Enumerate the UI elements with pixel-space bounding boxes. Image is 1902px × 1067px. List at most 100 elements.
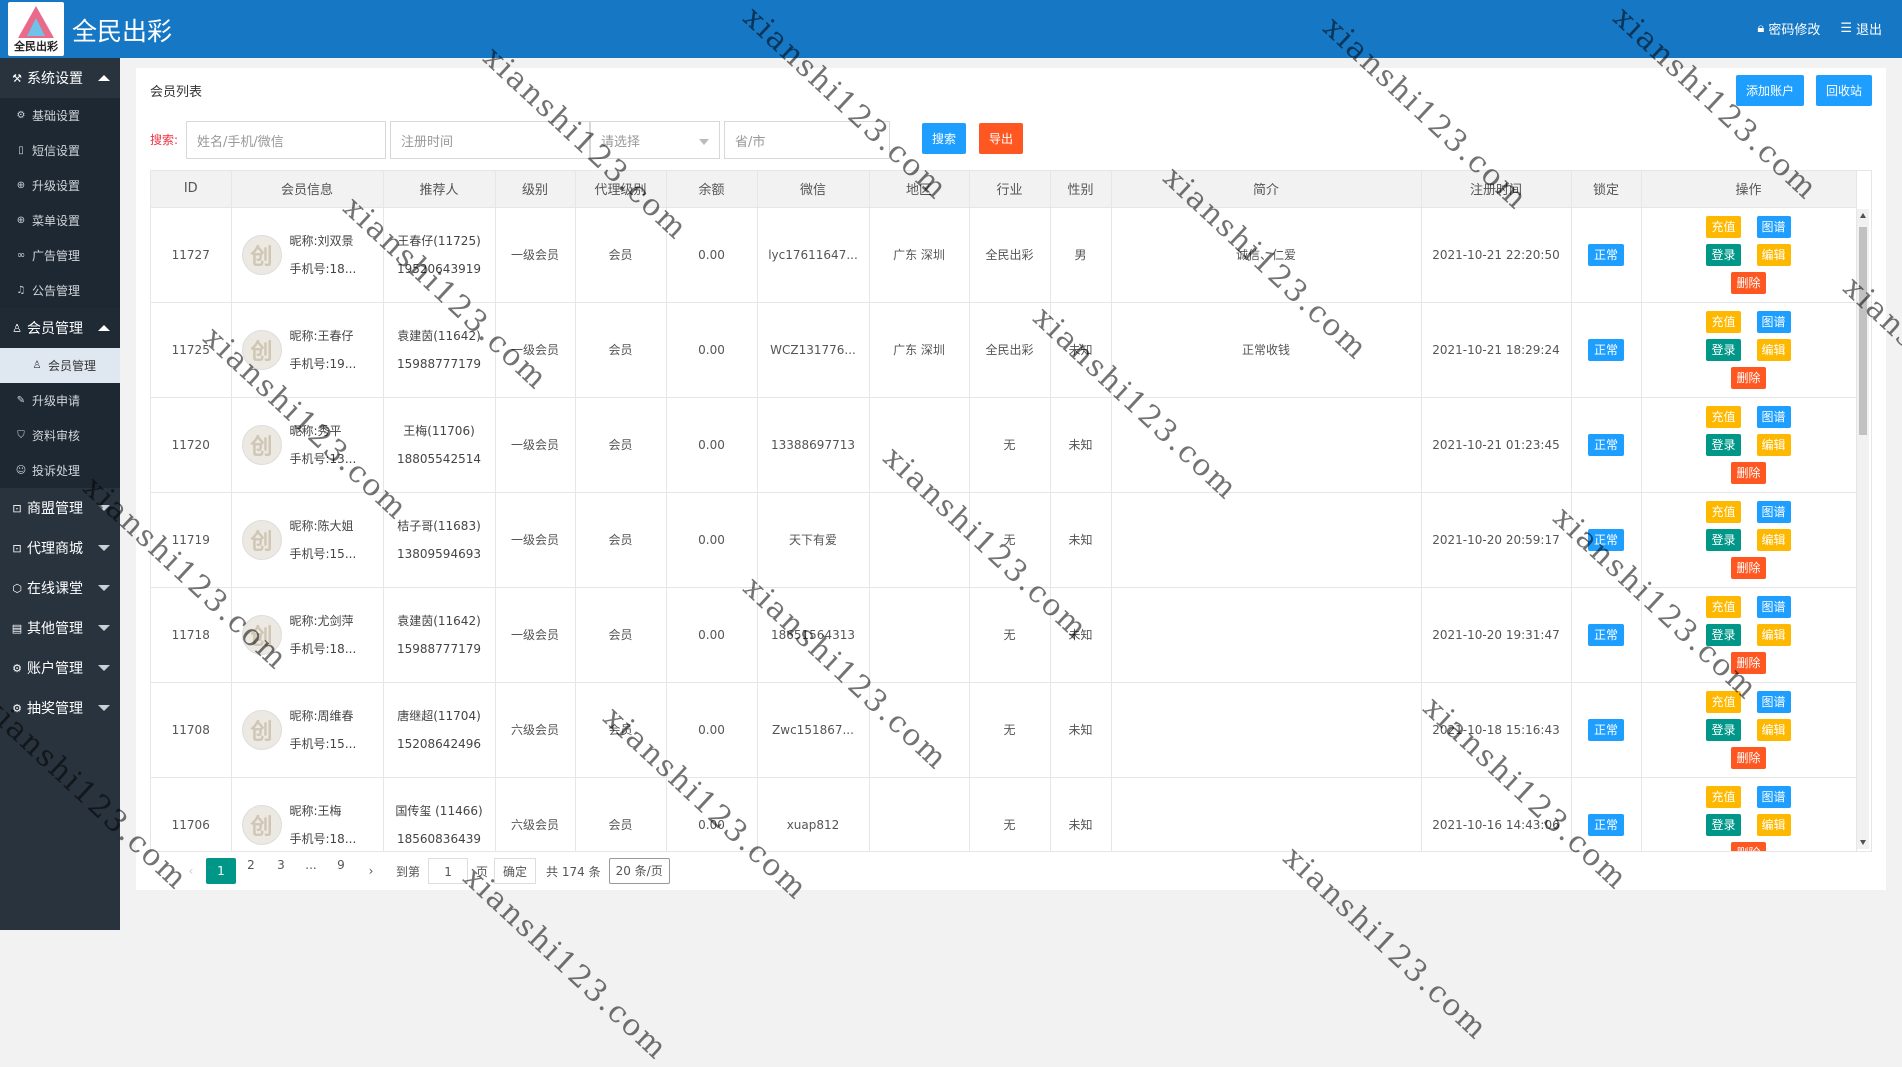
sidebar-item-0-5[interactable]: ♫ 公告管理 <box>0 273 120 308</box>
status-badge[interactable]: 正常 <box>1587 718 1624 741</box>
edit-button[interactable]: 编辑 <box>1756 243 1791 266</box>
tree-button[interactable]: 图谱 <box>1756 500 1791 523</box>
cell-actions: 充值图谱 登录编辑 删除 <box>1641 682 1857 778</box>
delete-button[interactable]: 删除 <box>1731 841 1766 851</box>
tree-button[interactable]: 图谱 <box>1756 405 1791 428</box>
edit-button[interactable]: 编辑 <box>1756 338 1791 361</box>
add-account-button[interactable]: 添加账户 <box>1736 75 1805 106</box>
recycle-bin-button[interactable]: 回收站 <box>1816 75 1873 106</box>
status-badge[interactable]: 正常 <box>1587 623 1624 646</box>
sidebar-group-4[interactable]: ⬡ 在线课堂 <box>0 568 120 608</box>
status-badge[interactable]: 正常 <box>1587 243 1624 266</box>
tree-button[interactable]: 图谱 <box>1756 310 1791 333</box>
prev-page-icon[interactable]: ‹ <box>176 864 206 878</box>
status-badge[interactable]: 正常 <box>1587 813 1624 836</box>
sidebar-item-0-3[interactable]: ⊕ 菜单设置 <box>0 203 120 238</box>
sidebar-group-6[interactable]: ⚙ 账户管理 <box>0 648 120 688</box>
scroll-up-icon[interactable] <box>1860 213 1866 218</box>
status-badge[interactable]: 正常 <box>1587 433 1624 456</box>
sidebar-group-2[interactable]: ⊡ 商盟管理 <box>0 488 120 528</box>
member-phone: 手机号:15... <box>290 730 357 758</box>
login-button[interactable]: 登录 <box>1706 718 1741 741</box>
table-scrollbar[interactable] <box>1857 209 1869 849</box>
goto-page-input[interactable]: 1 <box>428 858 469 884</box>
logout-link[interactable]: ☰ 退出 <box>1840 19 1882 38</box>
tree-button[interactable]: 图谱 <box>1756 785 1791 808</box>
register-date-input[interactable]: 注册时间 <box>390 121 590 159</box>
delete-button[interactable]: 删除 <box>1731 461 1766 484</box>
edit-button[interactable]: 编辑 <box>1756 623 1791 646</box>
status-badge[interactable]: 正常 <box>1587 338 1624 361</box>
delete-button[interactable]: 删除 <box>1731 746 1766 769</box>
export-button[interactable]: 导出 <box>979 123 1024 154</box>
city-input[interactable]: 省/市 <box>724 121 890 159</box>
cell-intro <box>1111 587 1422 683</box>
login-button[interactable]: 登录 <box>1706 528 1741 551</box>
sidebar-group-0[interactable]: ⚒ 系统设置 <box>0 58 120 98</box>
sidebar-item-label: 菜单设置 <box>32 214 81 228</box>
phone-prefix: 手机号: <box>289 261 330 276</box>
sidebar-item-1-2[interactable]: ⛉ 资料审核 <box>0 418 120 453</box>
page-number[interactable]: 1 <box>206 858 236 884</box>
sidebar-item-0-2[interactable]: ⊕ 升级设置 <box>0 168 120 203</box>
name-search-input[interactable]: 姓名/手机/微信 <box>186 121 386 159</box>
recharge-button[interactable]: 充值 <box>1706 595 1741 618</box>
login-button[interactable]: 登录 <box>1706 338 1741 361</box>
cell-balance: 0.00 <box>666 397 758 493</box>
login-button[interactable]: 登录 <box>1706 623 1741 646</box>
search-button[interactable]: 搜索 <box>922 123 967 154</box>
recharge-button[interactable]: 充值 <box>1706 500 1741 523</box>
sidebar-item-0-0[interactable]: ⚙ 基础设置 <box>0 98 120 133</box>
tree-button[interactable]: 图谱 <box>1756 690 1791 713</box>
sidebar-group-5[interactable]: ▤ 其他管理 <box>0 608 120 648</box>
region-select[interactable]: 请选择 <box>590 121 720 159</box>
delete-button[interactable]: 删除 <box>1731 556 1766 579</box>
sidebar-group-7[interactable]: ⚙ 抽奖管理 <box>0 688 120 728</box>
sidebar-item-1-3[interactable]: ☺ 投诉处理 <box>0 453 120 488</box>
nick-prefix: 昵称: <box>289 613 318 628</box>
app-logo[interactable]: 全民出彩 <box>8 2 64 56</box>
tree-button[interactable]: 图谱 <box>1756 215 1791 238</box>
sidebar-item-1-0[interactable]: ♙ 会员管理 <box>0 348 120 383</box>
tree-button[interactable]: 图谱 <box>1756 595 1791 618</box>
recharge-button[interactable]: 充值 <box>1706 215 1741 238</box>
region-select-value: 请选择 <box>601 134 641 150</box>
delete-button[interactable]: 删除 <box>1731 366 1766 389</box>
page-number[interactable]: 9 <box>326 858 356 884</box>
cell-referrer: 国传玺 (11466) 18560836439 <box>383 777 496 851</box>
edit-button[interactable]: 编辑 <box>1756 813 1791 836</box>
page-number[interactable]: 2 <box>236 858 266 884</box>
login-button[interactable]: 登录 <box>1706 243 1741 266</box>
sidebar-item-0-4[interactable]: ∞ 广告管理 <box>0 238 120 273</box>
recharge-button[interactable]: 充值 <box>1706 785 1741 808</box>
goto-confirm-button[interactable]: 确定 <box>494 858 537 884</box>
cell-agent-level: 会员 <box>575 587 667 683</box>
recharge-button[interactable]: 充值 <box>1706 310 1741 333</box>
recharge-button[interactable]: 充值 <box>1706 405 1741 428</box>
login-button[interactable]: 登录 <box>1706 433 1741 456</box>
logout-label: 退出 <box>1855 23 1882 38</box>
referrer-phone: 18560836439 <box>397 831 481 846</box>
sidebar-group-3[interactable]: ⊡ 代理商城 <box>0 528 120 568</box>
next-page-icon[interactable]: › <box>356 864 386 878</box>
page-number[interactable]: 3 <box>266 858 296 884</box>
status-badge[interactable]: 正常 <box>1587 528 1624 551</box>
nick-value: 周维春 <box>317 708 354 723</box>
edit-button[interactable]: 编辑 <box>1756 718 1791 741</box>
recharge-button[interactable]: 充值 <box>1706 690 1741 713</box>
sidebar-item-1-1[interactable]: ✎ 升级申请 <box>0 383 120 418</box>
member-phone: 手机号:15... <box>290 540 357 568</box>
scroll-thumb[interactable] <box>1859 227 1867 435</box>
delete-button[interactable]: 删除 <box>1731 271 1766 294</box>
sidebar-group-1[interactable]: ♙ 会员管理 <box>0 308 120 348</box>
chevron-up-icon <box>98 325 110 331</box>
delete-button[interactable]: 删除 <box>1731 651 1766 674</box>
scroll-down-icon[interactable] <box>1860 840 1866 845</box>
change-password-link[interactable]: 🔒︎ 密码修改 <box>1757 19 1820 38</box>
login-button[interactable]: 登录 <box>1706 813 1741 836</box>
sidebar-item-0-1[interactable]: ▯ 短信设置 <box>0 133 120 168</box>
edit-button[interactable]: 编辑 <box>1756 528 1791 551</box>
edit-button[interactable]: 编辑 <box>1756 433 1791 456</box>
cell-reg-time: 2021-10-21 01:23:45 <box>1421 397 1572 493</box>
page-size-select[interactable]: 20 条/页 <box>608 858 670 884</box>
